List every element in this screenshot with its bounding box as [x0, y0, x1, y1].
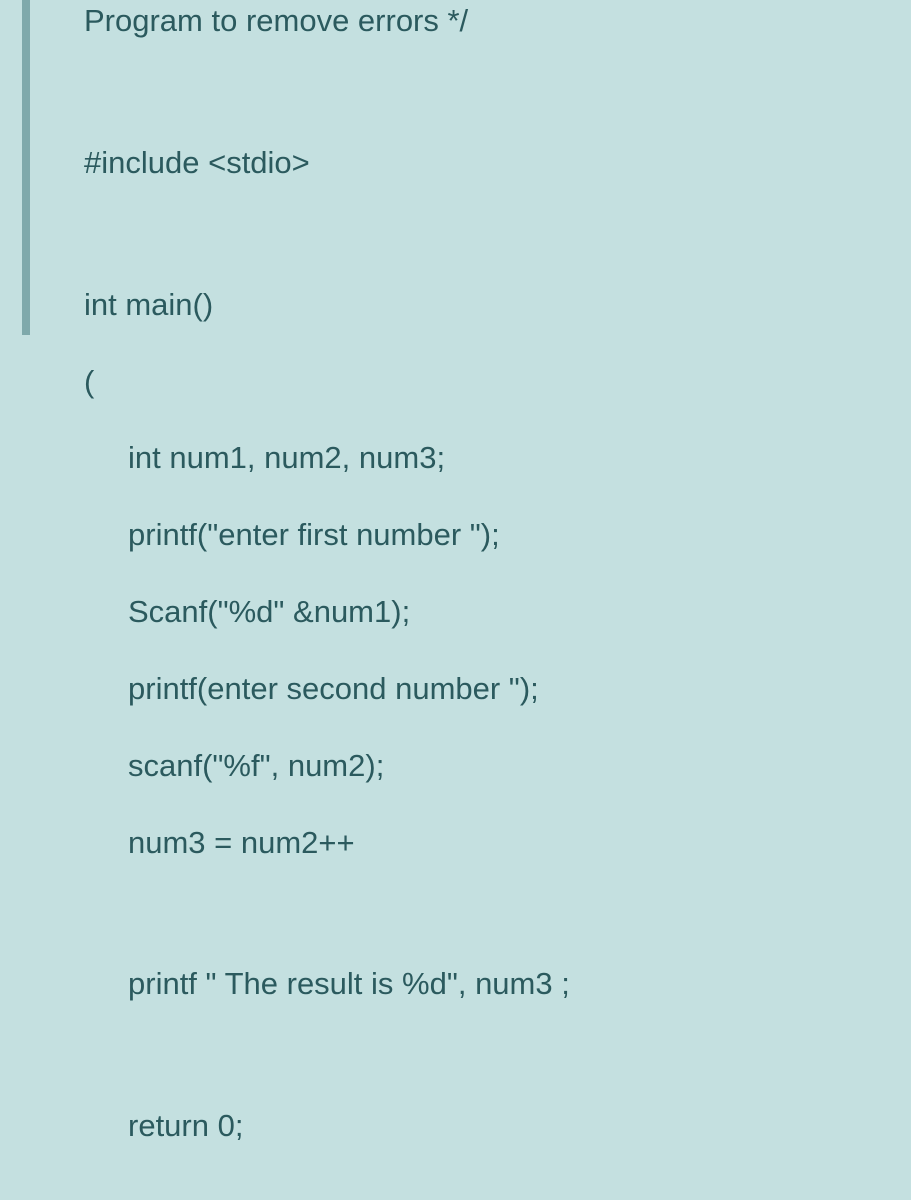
code-line: #include <stdio>: [84, 142, 891, 184]
code-line: printf " The result is %d", num3 ;: [84, 963, 891, 1005]
code-line: int main(): [84, 284, 891, 326]
code-line: scanf("%f", num2);: [84, 745, 891, 787]
code-line: return 0;: [84, 1105, 891, 1147]
code-block: Program to remove errors */ #include <st…: [84, 0, 891, 1200]
code-line: num3 = num2++: [84, 822, 891, 864]
code-line: printf(enter second number ");: [84, 668, 891, 710]
code-line: printf("enter first number ");: [84, 514, 891, 556]
code-line: int num1, num2, num3;: [84, 437, 891, 479]
code-line: Program to remove errors */: [84, 0, 891, 42]
code-line: Scanf("%d" &num1);: [84, 591, 891, 633]
code-line: (: [84, 361, 891, 403]
quote-indicator-bar: [22, 0, 30, 335]
